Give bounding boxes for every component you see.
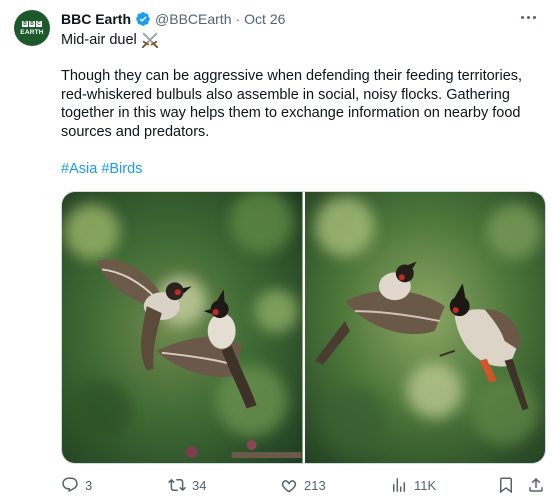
photo-left[interactable] — [62, 192, 303, 463]
reply-icon — [62, 477, 78, 493]
separator-dot: · — [235, 11, 241, 27]
bbc-logo: B B C — [22, 20, 42, 27]
reply-count: 3 — [85, 477, 93, 493]
views-icon — [393, 478, 405, 492]
more-dot — [532, 15, 536, 19]
like-count: 213 — [304, 477, 326, 493]
more-options-icon[interactable] — [517, 8, 539, 26]
views-count: 11K — [414, 477, 437, 493]
tweet-title-text: Mid-air duel — [61, 32, 137, 48]
repost-count: 34 — [192, 477, 207, 493]
bookmark-icon — [500, 477, 512, 494]
repost-button[interactable]: 34 — [168, 474, 206, 496]
more-dot — [526, 15, 530, 19]
repost-icon — [168, 478, 186, 492]
hashtags: #Asia #Birds — [61, 160, 142, 178]
avatar-word: EARTH — [20, 28, 44, 36]
reply-button[interactable]: 3 — [61, 474, 92, 496]
crossed-swords-icon — [141, 32, 158, 48]
bbc-letter-b1: B — [22, 20, 28, 27]
bookmark-button[interactable] — [497, 474, 515, 496]
tweet-title: Mid-air duel — [61, 30, 159, 50]
account-handle[interactable]: @BBCEarth — [155, 11, 231, 27]
more-dot — [520, 15, 524, 19]
media-grid — [61, 191, 546, 464]
verified-badge-icon[interactable] — [135, 11, 151, 27]
share-icon — [529, 477, 543, 492]
photo-right[interactable] — [304, 192, 545, 463]
bbc-letter-b2: B — [29, 20, 35, 27]
bulbuls-photo-right — [304, 192, 545, 463]
tweet-date[interactable]: Oct 26 — [244, 11, 285, 27]
tweet-actions: 3 34 213 11K — [61, 474, 546, 496]
hashtag-birds[interactable]: #Birds — [101, 161, 142, 177]
hashtag-asia[interactable]: #Asia — [61, 161, 97, 177]
bbc-letter-c: C — [36, 20, 42, 27]
views-button[interactable]: 11K — [390, 474, 436, 496]
bulbuls-photo-left — [62, 192, 303, 463]
share-button[interactable] — [527, 474, 545, 496]
tweet-header: BBC Earth @BBCEarth · Oct 26 — [61, 9, 285, 29]
heart-icon — [281, 480, 297, 493]
tweet-body: Though they can be aggressive when defen… — [61, 68, 523, 140]
account-name[interactable]: BBC Earth — [61, 11, 131, 27]
like-button[interactable]: 213 — [280, 474, 326, 496]
avatar[interactable]: B B C EARTH — [14, 10, 50, 46]
